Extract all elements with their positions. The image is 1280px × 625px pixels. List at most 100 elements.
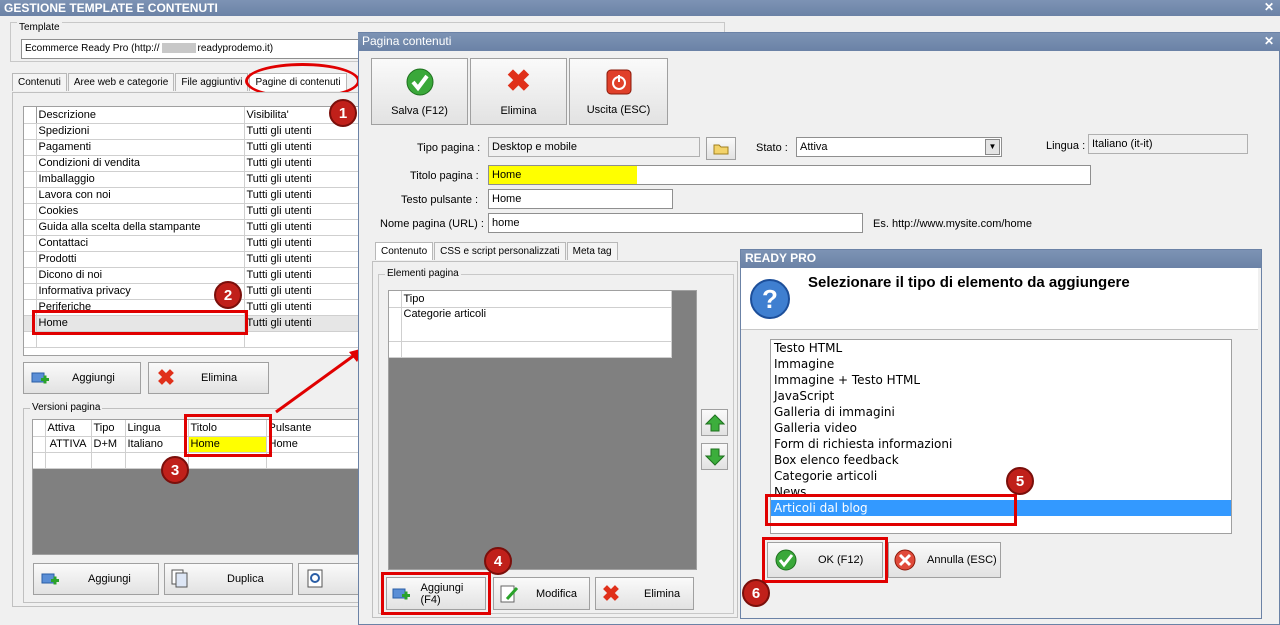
cancel-button[interactable]: Annulla (ESC)	[888, 542, 1001, 578]
delete-page-label: Elimina	[201, 372, 238, 384]
col-tipo[interactable]: Tipo	[91, 420, 126, 437]
preview-button[interactable]	[298, 563, 360, 595]
question-icon: ?	[750, 279, 790, 319]
list-item[interactable]: Galleria video	[771, 420, 1231, 436]
list-item[interactable]: Categorie articoli	[771, 468, 1231, 484]
cell-descrizione: Condizioni di vendita	[36, 155, 245, 172]
col-attiva[interactable]: Attiva	[45, 420, 92, 437]
titolo-pagina-input[interactable]: Home	[488, 165, 1091, 185]
lingua-value: Italiano (it-it)	[1092, 138, 1153, 150]
list-item[interactable]: Form di richiesta informazioni	[771, 436, 1231, 452]
col-tipo[interactable]: Tipo	[401, 291, 672, 308]
col-pulsante[interactable]: Pulsante	[266, 420, 359, 437]
move-up-button[interactable]	[701, 409, 728, 436]
popup-question: Selezionare il tipo di elemento da aggiu…	[808, 274, 1130, 291]
arrow-down-icon	[704, 448, 725, 466]
list-item[interactable]: JavaScript	[771, 388, 1231, 404]
nome-pagina-input[interactable]: home	[488, 213, 863, 233]
save-button[interactable]: Salva (F12)	[371, 58, 468, 125]
step-badge-1: 1	[329, 99, 357, 127]
close-icon[interactable]: ✕	[1264, 34, 1274, 48]
tipo-pagina-field[interactable]: Desktop e mobile	[488, 137, 700, 157]
elements-grid: Tipo Categorie articoli	[388, 290, 697, 570]
add-version-label: Aggiungi	[88, 573, 131, 585]
delete-element-button[interactable]: ✖ Elimina	[595, 577, 694, 610]
template-value-tail: readyprodemo.it)	[197, 43, 274, 54]
duplicate-version-button[interactable]: Duplica	[164, 563, 293, 595]
main-window-title: GESTIONE TEMPLATE E CONTENUTI	[4, 1, 218, 15]
lingua-field[interactable]: Italiano (it-it)	[1088, 134, 1248, 154]
add-page-label: Aggiungi	[72, 372, 115, 384]
table-row[interactable]: Categorie articoli	[389, 307, 672, 342]
tab-meta-tag[interactable]: Meta tag	[566, 242, 618, 260]
table-row[interactable]: Cookies Tutti gli utenti	[24, 203, 360, 220]
col-lingua[interactable]: Lingua	[125, 420, 189, 437]
table-row[interactable]: Spedizioni Tutti gli utenti	[24, 123, 360, 140]
titolo-pagina-value: Home	[489, 166, 637, 184]
stato-label: Stato :	[756, 142, 788, 154]
row-selector[interactable]	[24, 123, 37, 140]
table-row[interactable]: Contattaci Tutti gli utenti	[24, 235, 360, 252]
row-selector[interactable]	[24, 187, 37, 204]
titolo-pagina-label: Titolo pagina :	[410, 170, 479, 182]
col-descrizione[interactable]: Descrizione	[36, 107, 245, 124]
cell-descrizione: Guida alla scelta della stampante	[36, 219, 245, 236]
power-icon	[606, 69, 631, 94]
move-down-button[interactable]	[701, 443, 728, 470]
edit-element-button[interactable]: Modifica	[493, 577, 590, 610]
table-row[interactable]: Guida alla scelta della stampante Tutti g…	[24, 219, 360, 236]
template-select[interactable]: Ecommerce Ready Pro (http:// readyprodemo…	[21, 39, 366, 59]
table-row[interactable]: Lavora con noi Tutti gli utenti	[24, 187, 360, 204]
row-selector[interactable]	[24, 171, 37, 188]
list-item[interactable]: Box elenco feedback	[771, 452, 1231, 468]
add-icon	[30, 367, 52, 389]
stato-select[interactable]: Attiva ▼	[796, 137, 1002, 157]
row-selector[interactable]	[24, 203, 37, 220]
row-selector[interactable]	[24, 251, 37, 268]
edit-icon	[498, 583, 520, 605]
chevron-down-icon[interactable]: ▼	[985, 139, 1000, 155]
add-version-button[interactable]: Aggiungi	[33, 563, 159, 595]
cancel-label: Annulla (ESC)	[927, 554, 997, 566]
svg-text:?: ?	[762, 284, 778, 314]
row-selector[interactable]	[24, 283, 37, 300]
table-row[interactable]: Informativa privacy Tutti gli utenti	[24, 283, 360, 300]
add-page-button[interactable]: Aggiungi	[23, 362, 141, 394]
row-selector[interactable]	[24, 155, 37, 172]
delete-page-button[interactable]: ✖ Elimina	[148, 362, 269, 394]
tab-contenuti[interactable]: Contenuti	[12, 73, 67, 91]
testo-pulsante-input[interactable]: Home	[488, 189, 673, 209]
cell-visibilita: Tutti gli utenti	[244, 155, 360, 172]
tab-contenuto[interactable]: Contenuto	[375, 242, 434, 260]
table-row[interactable]: Prodotti Tutti gli utenti	[24, 251, 360, 268]
preview-icon	[305, 568, 327, 590]
table-row[interactable]: Pagamenti Tutti gli utenti	[24, 139, 360, 156]
row-selector[interactable]	[24, 235, 37, 252]
folder-button[interactable]	[706, 137, 736, 160]
list-item[interactable]: Testo HTML	[771, 340, 1231, 356]
delete-label: Elimina	[500, 104, 537, 117]
annotation-box-titolo	[184, 414, 272, 457]
delete-button[interactable]: ✖ Elimina	[470, 58, 567, 125]
main-window-titlebar: GESTIONE TEMPLATE E CONTENUTI ✕	[0, 0, 1280, 16]
elementi-group-label: Elementi pagina	[385, 268, 461, 279]
tab-css-script[interactable]: CSS e script personalizzati	[434, 242, 566, 260]
delete-icon: ✖	[601, 580, 621, 606]
list-item[interactable]: Galleria di immagini	[771, 404, 1231, 420]
annotation-box-ok	[762, 537, 888, 583]
row-selector[interactable]	[24, 139, 37, 156]
row-selector[interactable]	[24, 267, 37, 284]
list-item[interactable]: Immagine + Testo HTML	[771, 372, 1231, 388]
cell-visibilita: Tutti gli utenti	[244, 235, 360, 252]
tab-aree-web[interactable]: Aree web e categorie	[67, 73, 175, 91]
row-selector[interactable]	[24, 219, 37, 236]
list-item[interactable]: Immagine	[771, 356, 1231, 372]
close-icon[interactable]: ✕	[1264, 0, 1274, 14]
table-row[interactable]: Condizioni di vendita Tutti gli utenti	[24, 155, 360, 172]
add-icon	[40, 568, 62, 590]
table-row[interactable]: Imballaggio Tutti gli utenti	[24, 171, 360, 188]
exit-button[interactable]: Uscita (ESC)	[569, 58, 668, 125]
table-row[interactable]: Dicono di noi Tutti gli utenti	[24, 267, 360, 284]
testo-pulsante-value: Home	[492, 193, 522, 205]
tab-file-aggiuntivi[interactable]: File aggiuntivi	[175, 73, 249, 91]
